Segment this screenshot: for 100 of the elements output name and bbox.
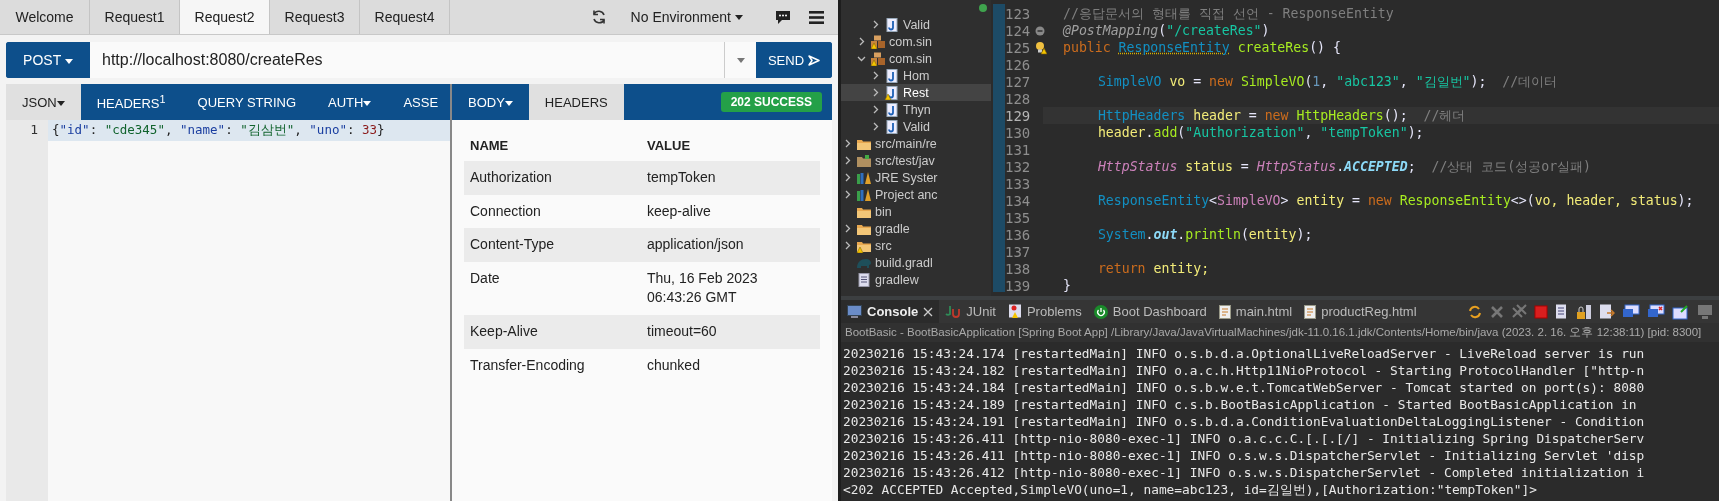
stop-icon[interactable] bbox=[1534, 304, 1548, 319]
chevron-right-icon[interactable] bbox=[857, 37, 866, 46]
chevron-right-icon[interactable] bbox=[843, 173, 852, 182]
monitor-icon[interactable] bbox=[1647, 303, 1665, 320]
line-number: 134 bbox=[1005, 192, 1032, 209]
chevron-right-icon[interactable] bbox=[843, 224, 852, 233]
document-icon[interactable] bbox=[1599, 303, 1615, 320]
line-number: 135 bbox=[1005, 209, 1032, 226]
project-tree-item[interactable]: Rest bbox=[903, 85, 929, 100]
chat-icon[interactable] bbox=[775, 9, 791, 25]
chevron-right-icon[interactable] bbox=[843, 156, 852, 165]
console-output-line: 20230216 15:43:26.411 [http-nio-8080-exec-1] INFO o.a.c.c.C.[.[.[/] - Initializing Spring DispatcherServ bbox=[843, 430, 1646, 447]
view-tab[interactable]: Boot Dashboard bbox=[1087, 300, 1213, 323]
view-tab[interactable]: Console bbox=[841, 300, 940, 323]
project-tree-item[interactable]: JRE Syster bbox=[875, 170, 938, 185]
code-line: //응답문서의 형태를 직접 선언 - ResponseEntity bbox=[1063, 4, 1394, 23]
project-tree-item[interactable]: gradle bbox=[875, 221, 910, 236]
url-field[interactable]: http://localhost:8080/createRes bbox=[90, 42, 724, 78]
refresh-icon[interactable] bbox=[590, 9, 607, 25]
status-badge: 202 SUCCESS bbox=[720, 92, 822, 112]
power-icon bbox=[1093, 304, 1108, 319]
chevron-right-icon[interactable] bbox=[871, 122, 880, 131]
code-line: @PostMapping("/createRes") bbox=[1063, 23, 1270, 38]
menu-icon[interactable] bbox=[809, 10, 824, 24]
lock-icon[interactable] bbox=[1576, 303, 1592, 320]
request-tab[interactable]: Request2 bbox=[180, 0, 270, 34]
environment-dropdown[interactable]: No Environment bbox=[624, 8, 749, 26]
code-line: System.out.println(entity); bbox=[1097, 227, 1313, 242]
line-number: 129 bbox=[1005, 107, 1032, 124]
code-line: ResponseEntity<SimpleVO> entity = new ResponseEntity<>(vo, header, status); bbox=[1097, 193, 1694, 208]
close-all-icon[interactable] bbox=[1511, 303, 1527, 320]
response-tab[interactable]: HEADERS bbox=[528, 84, 624, 120]
monitor-icon bbox=[847, 305, 862, 318]
console-output-line: 20230216 15:43:26.412 [http-nio-8080-exec-1] INFO o.s.w.s.DispatcherServlet - Completed initialization i bbox=[843, 464, 1646, 481]
view-tab[interactable]: Problems bbox=[1001, 300, 1088, 323]
monitor-icon[interactable] bbox=[1622, 303, 1640, 320]
monitor-icon[interactable] bbox=[1672, 303, 1690, 320]
table-cell: Transfer-Encoding bbox=[464, 348, 641, 383]
project-tree-item[interactable]: Valid bbox=[903, 17, 930, 32]
chevron-right-icon[interactable] bbox=[871, 105, 880, 114]
project-tree-item[interactable]: build.gradl bbox=[875, 255, 933, 270]
console-output-line: 20230216 15:43:24.184 [restartedMain] INFO o.s.b.w.e.t.TomcatWebServer - Tomcat started on port(s): 8080 bbox=[843, 379, 1646, 396]
console-output-line: 20230216 15:43:26.411 [http-nio-8080-exec-1] INFO o.s.w.s.DispatcherServlet - Initializing Servlet 'disp bbox=[843, 447, 1646, 464]
line-number: 136 bbox=[1005, 226, 1032, 243]
console-title: BootBasic - BootBasicApplication [Spring Boot App] /Library/Java/JavaVirtualMachines/jdk-11.0.16.1.jdk/Contents/Home/bin/java (2023. 2. 16. 오후 12:38:11) [pid: 8300] bbox=[841, 323, 1719, 342]
chevron-right-icon[interactable] bbox=[871, 20, 880, 29]
project-tree-item[interactable]: Thyn bbox=[903, 102, 931, 117]
chevron-down-icon[interactable] bbox=[857, 54, 866, 63]
code-line: } bbox=[1063, 278, 1071, 293]
column-header: NAME bbox=[464, 130, 641, 161]
line-number: 139 bbox=[1005, 277, 1032, 294]
document-icon bbox=[1304, 304, 1317, 319]
line-number: 133 bbox=[1005, 175, 1032, 192]
lightbulb-warning-icon[interactable] bbox=[1035, 40, 1047, 55]
project-tree-item[interactable]: Project anc bbox=[875, 187, 938, 202]
project-tree-item[interactable]: src/main/re bbox=[875, 136, 937, 151]
chevron-right-icon[interactable] bbox=[871, 71, 880, 80]
project-tree-item[interactable]: com.sin bbox=[889, 51, 933, 66]
project-tree-item[interactable]: src bbox=[875, 238, 892, 253]
table-cell: Thu, 16 Feb 2023 06:43:26 GMT bbox=[641, 261, 820, 315]
request-body-tab[interactable]: JSON bbox=[6, 84, 81, 120]
line-number: 127 bbox=[1005, 73, 1032, 90]
view-tab[interactable]: main.html bbox=[1212, 300, 1299, 323]
table-cell: Authorization bbox=[464, 161, 641, 195]
table-cell: Connection bbox=[464, 194, 641, 229]
code-line: SimpleVO vo = new SimpleVO(1, "abc123", "김일번"); //데이터 bbox=[1097, 72, 1558, 91]
line-number: 138 bbox=[1005, 260, 1032, 277]
chevron-right-icon[interactable] bbox=[843, 190, 852, 199]
project-tree-item[interactable]: com.sin bbox=[889, 34, 933, 49]
project-tree-item[interactable]: bin bbox=[875, 204, 892, 219]
console-output-line: 20230216 15:43:24.191 [restartedMain] INFO o.s.b.d.a.ConditionEvaluationDeltaLoggingListener - Condition bbox=[843, 413, 1646, 430]
table-cell: Date bbox=[464, 261, 641, 315]
code-line: return entity; bbox=[1097, 261, 1210, 276]
close-icon[interactable] bbox=[923, 306, 934, 317]
chevron-right-icon[interactable] bbox=[843, 241, 852, 250]
document-icon[interactable] bbox=[1555, 303, 1569, 320]
line-number: 130 bbox=[1005, 124, 1032, 141]
sync-icon[interactable] bbox=[1467, 303, 1483, 320]
code-line: header.add("Authorization", "tempToken"); bbox=[1097, 125, 1424, 140]
console-output-line: 20230216 15:43:24.174 [restartedMain] INFO o.s.b.d.a.OptionalLiveReloadServer - LiveReload server is run bbox=[843, 345, 1646, 362]
table-cell: chunked bbox=[641, 348, 820, 383]
code-line: HttpStatus status = HttpStatus.ACCEPTED; //상태 코드(성공or실패) bbox=[1097, 157, 1592, 176]
line-number: 1 bbox=[30, 121, 39, 137]
code-line: public ResponseEntity createRes() { bbox=[1063, 40, 1341, 55]
line-number: 132 bbox=[1005, 158, 1032, 175]
chevron-right-icon[interactable] bbox=[871, 88, 880, 97]
junit-icon bbox=[945, 305, 962, 318]
project-tree-item[interactable]: Hom bbox=[903, 68, 930, 83]
chevron-right-icon[interactable] bbox=[843, 139, 852, 148]
console-output-line: 20230216 15:43:24.182 [restartedMain] INFO o.a.c.h.Http11NioProtocol - Starting ProtocolHandler ["http-n bbox=[843, 362, 1646, 379]
arrow-icon bbox=[808, 54, 821, 66]
line-number: 137 bbox=[1005, 243, 1032, 260]
project-tree-item[interactable]: Valid bbox=[903, 119, 930, 134]
view-tab[interactable]: productReg.html bbox=[1298, 300, 1423, 323]
fold-icon[interactable] bbox=[1035, 25, 1045, 36]
line-number: 125 bbox=[1005, 39, 1032, 56]
view-tab[interactable]: JUnit bbox=[939, 300, 1002, 323]
project-tree-item[interactable]: src/test/jav bbox=[875, 153, 935, 168]
project-tree-item[interactable]: gradlew bbox=[875, 272, 919, 287]
line-number: 131 bbox=[1005, 141, 1032, 158]
